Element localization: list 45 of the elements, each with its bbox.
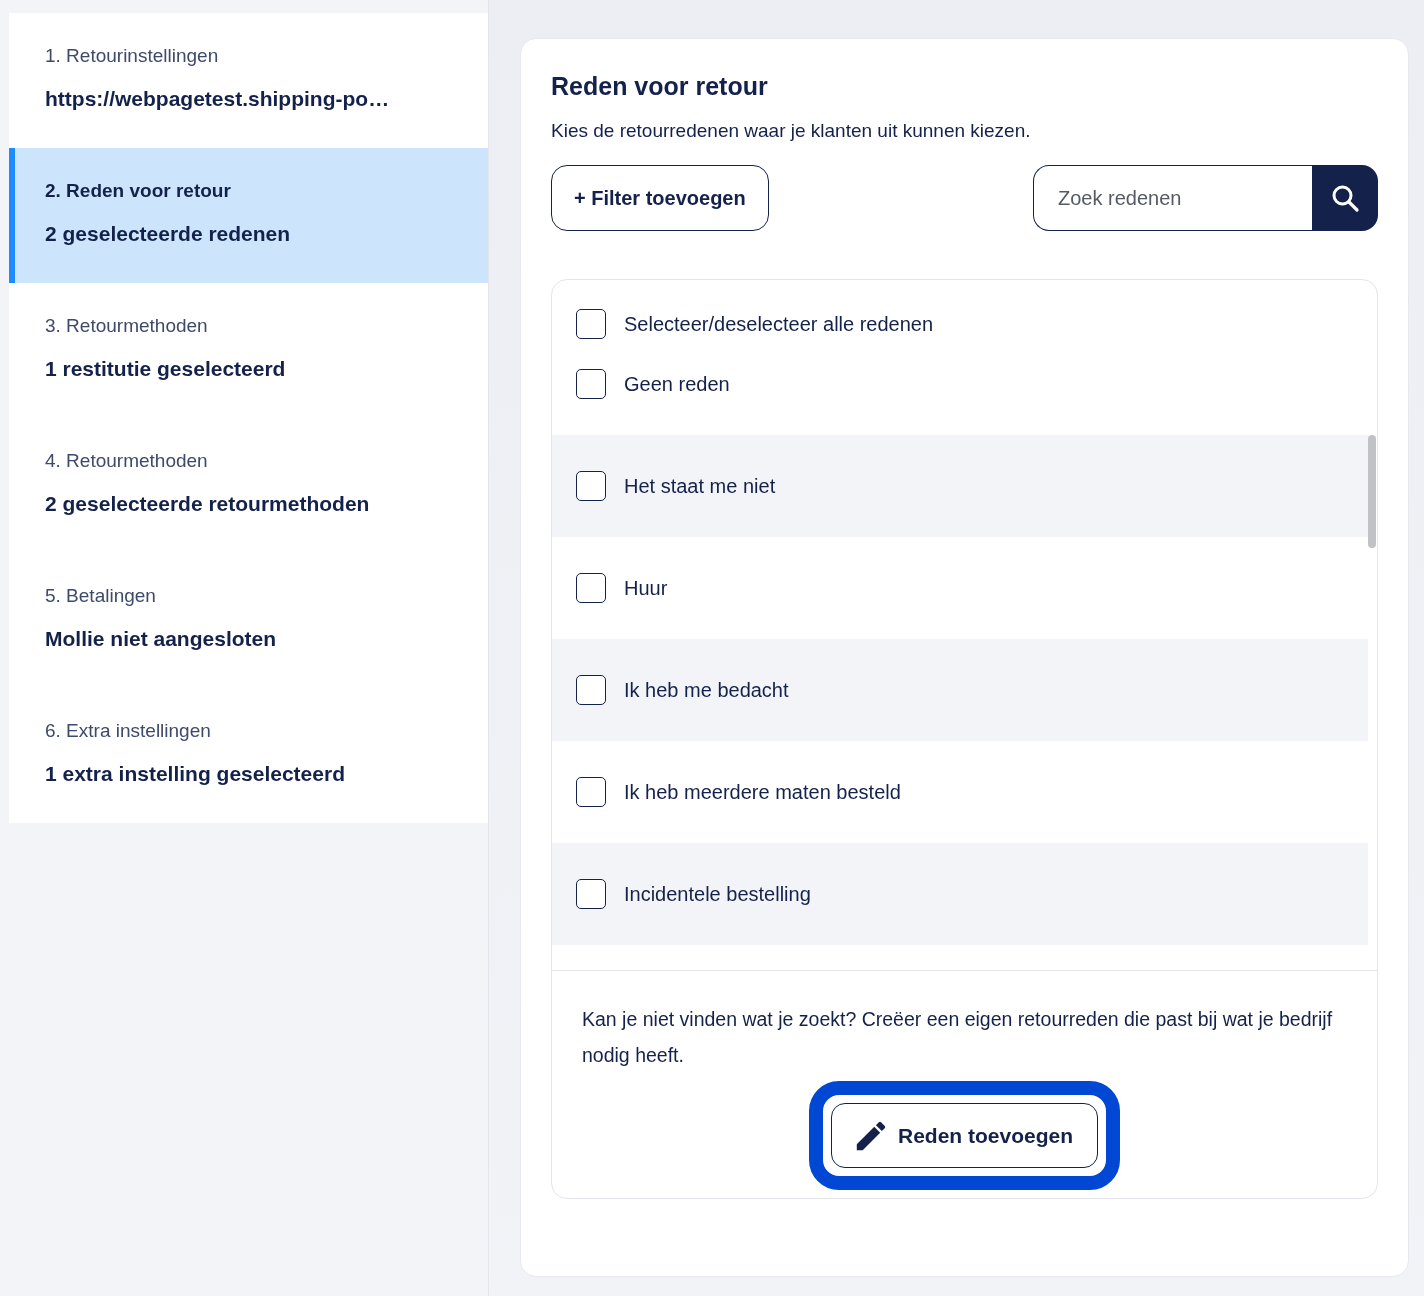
step-title: 1. Retourinstellingen bbox=[45, 44, 220, 68]
checkbox[interactable] bbox=[576, 879, 606, 909]
add-filter-button[interactable]: + Filter toevoegen bbox=[551, 165, 769, 231]
checkbox[interactable] bbox=[576, 369, 606, 399]
reason-label: Ik heb me bedacht bbox=[624, 678, 789, 703]
search-icon bbox=[1330, 183, 1360, 213]
sidebar-step[interactable]: 2. Reden voor retour 2 geselecteerde redenen bbox=[9, 148, 488, 283]
sidebar-step[interactable]: 5. Betalingen Mollie niet aangesloten bbox=[9, 553, 488, 688]
step-summary: 2 geselecteerde retourmethoden bbox=[45, 491, 371, 517]
sidebar-step[interactable]: 1. Retourinstellingen https://webpagetest.shipping-po… bbox=[9, 13, 488, 148]
reason-label: Huur bbox=[624, 576, 668, 601]
step-summary: 2 geselecteerde redenen bbox=[45, 221, 292, 247]
scrollbar-thumb[interactable] bbox=[1368, 435, 1376, 548]
reason-row[interactable]: Het staat me niet bbox=[552, 435, 1368, 537]
step-title: 6. Extra instellingen bbox=[45, 719, 212, 743]
step-title: 3. Retourmethoden bbox=[45, 314, 209, 338]
panel-subtitle: Kies de retourredenen waar je klanten uit kunnen kiezen. bbox=[551, 119, 1032, 143]
step-title: 5. Betalingen bbox=[45, 584, 157, 608]
reason-label: Het staat me niet bbox=[624, 474, 776, 499]
search-button[interactable] bbox=[1312, 165, 1378, 231]
reason-label: Ik heb meerdere maten besteld bbox=[624, 780, 901, 805]
step-summary: https://webpagetest.shipping-po… bbox=[45, 86, 391, 112]
panel-title: Reden voor retour bbox=[551, 71, 769, 102]
step-summary: Mollie niet aangesloten bbox=[45, 626, 278, 652]
reason-row[interactable]: Incidentele bestelling bbox=[552, 843, 1368, 945]
step-summary: 1 restitutie geselecteerd bbox=[45, 356, 287, 382]
reason-row[interactable]: Ik heb me bedacht bbox=[552, 639, 1368, 741]
add-reason-button[interactable]: Reden toevoegen bbox=[830, 1103, 1098, 1168]
sidebar-step[interactable]: 4. Retourmethoden 2 geselecteerde retourmethoden bbox=[9, 418, 488, 553]
reason-label: Incidentele bestelling bbox=[624, 882, 811, 907]
reason-label: Geen reden bbox=[624, 372, 730, 397]
search-field[interactable]: Zoek redenen bbox=[1033, 165, 1312, 231]
step-summary: 1 extra instelling geselecteerd bbox=[45, 761, 346, 787]
pencil-icon bbox=[855, 1120, 886, 1151]
help-text: Kan je niet vinden wat je zoekt? Creëer een eigen retourreden die past bij wat je bedrijf nodig heeft. bbox=[582, 1007, 1334, 1068]
sidebar-step[interactable]: 6. Extra instellingen 1 extra instelling geselecteerd bbox=[9, 688, 488, 823]
option-label: Selecteer/deselecteer alle redenen bbox=[624, 312, 934, 337]
checkbox[interactable] bbox=[576, 777, 606, 807]
sidebar-step[interactable]: 3. Retourmethoden 1 restitutie geselecteerd bbox=[9, 283, 488, 418]
checkbox[interactable] bbox=[576, 675, 606, 705]
checkbox[interactable] bbox=[576, 573, 606, 603]
checkbox[interactable] bbox=[576, 471, 606, 501]
step-title: 4. Retourmethoden bbox=[45, 449, 209, 473]
checkbox[interactable] bbox=[576, 309, 606, 339]
step-title: 2. Reden voor retour bbox=[45, 179, 232, 203]
